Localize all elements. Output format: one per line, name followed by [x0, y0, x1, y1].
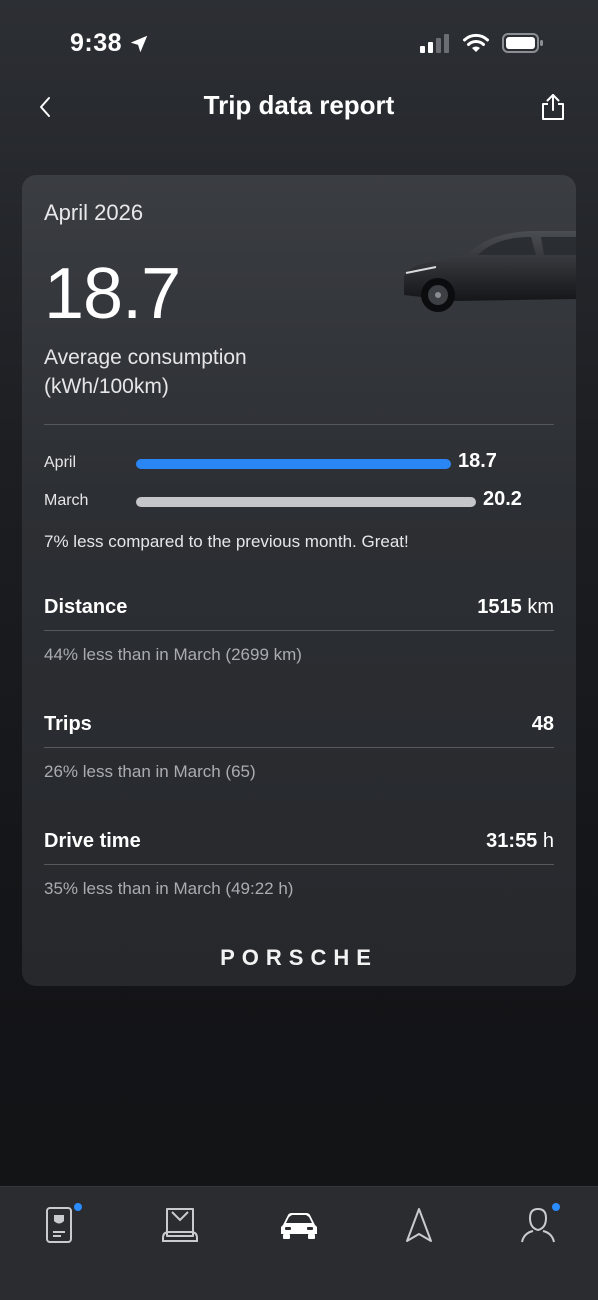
comparison-label: April: [44, 454, 77, 471]
comparison-value: 18.7: [458, 450, 497, 472]
page-title: Trip data report: [203, 90, 395, 120]
comparison-row-april: April 18.7: [44, 450, 554, 476]
tab-bar: [0, 1186, 598, 1300]
comparison-bar-fill: [136, 459, 451, 469]
stat-title: Trips: [44, 713, 92, 735]
status-time: 9:38: [70, 29, 150, 58]
comparison-row-march: March 20.2: [44, 488, 554, 514]
tab-phone-key[interactable]: [30, 1203, 90, 1245]
navigation-icon: [406, 1208, 432, 1242]
stat-unit: km: [527, 596, 554, 618]
report-period: April 2026: [44, 200, 144, 225]
header: Trip data report: [0, 80, 598, 134]
tab-profile[interactable]: [508, 1203, 568, 1245]
status-bar: 9:38: [0, 0, 598, 88]
share-icon: [542, 94, 564, 120]
comparison-note: 7% less compared to the previous month. …: [44, 532, 409, 551]
divider: [44, 864, 554, 865]
divider: [44, 630, 554, 631]
profile-icon: [521, 1207, 555, 1243]
notification-badge: [74, 1203, 82, 1211]
divider: [44, 424, 554, 425]
tab-car-service[interactable]: [150, 1205, 210, 1245]
share-button[interactable]: [538, 90, 568, 124]
time-text: 9:38: [70, 29, 123, 57]
stat-note: 44% less than in March (2699 km): [44, 645, 302, 664]
car-front-icon: [281, 1213, 317, 1239]
stat-title: Drive time: [44, 830, 141, 852]
status-icons: [420, 32, 544, 54]
stat-unit: h: [542, 830, 554, 852]
comparison-bar: [136, 497, 476, 507]
comparison-bar: [136, 459, 476, 469]
stat-title: Distance: [44, 596, 128, 618]
car-service-icon: [162, 1208, 198, 1242]
stat-note: 26% less than in March (65): [44, 762, 256, 781]
trip-report-card: April 2026 18.7 Average consumption (kWh…: [22, 175, 576, 986]
average-consumption-label: Average consumption (kWh/100km): [44, 346, 247, 398]
stat-value: 31:55 h: [486, 830, 554, 852]
stat-value: 48: [531, 713, 554, 735]
comparison-value: 20.2: [483, 488, 522, 510]
battery-icon: [502, 33, 543, 53]
car-image: [404, 231, 576, 312]
stat-trips: Trips 48 26% less than in March (65): [44, 707, 554, 782]
notification-badge: [552, 1203, 560, 1211]
location-arrow-icon: [130, 35, 148, 52]
stat-value: 1515 km: [477, 596, 554, 618]
divider: [44, 747, 554, 748]
signal-icon: [420, 34, 449, 53]
phone-key-icon: [46, 1207, 72, 1243]
stat-distance: Distance 1515 km 44% less than in March (2…: [44, 590, 554, 665]
comparison-bar-fill: [136, 497, 476, 507]
tab-navigation[interactable]: [389, 1205, 449, 1245]
stat-drive-time: Drive time 31:55 h 35% less than in March …: [44, 824, 554, 899]
tab-car[interactable]: [269, 1205, 329, 1245]
average-consumption-value: 18.7: [44, 254, 181, 334]
stat-note: 35% less than in March (49:22 h): [44, 879, 294, 898]
porsche-logo: PORSCHE: [220, 945, 378, 970]
wifi-icon: [463, 33, 489, 52]
comparison-label: March: [44, 492, 89, 509]
